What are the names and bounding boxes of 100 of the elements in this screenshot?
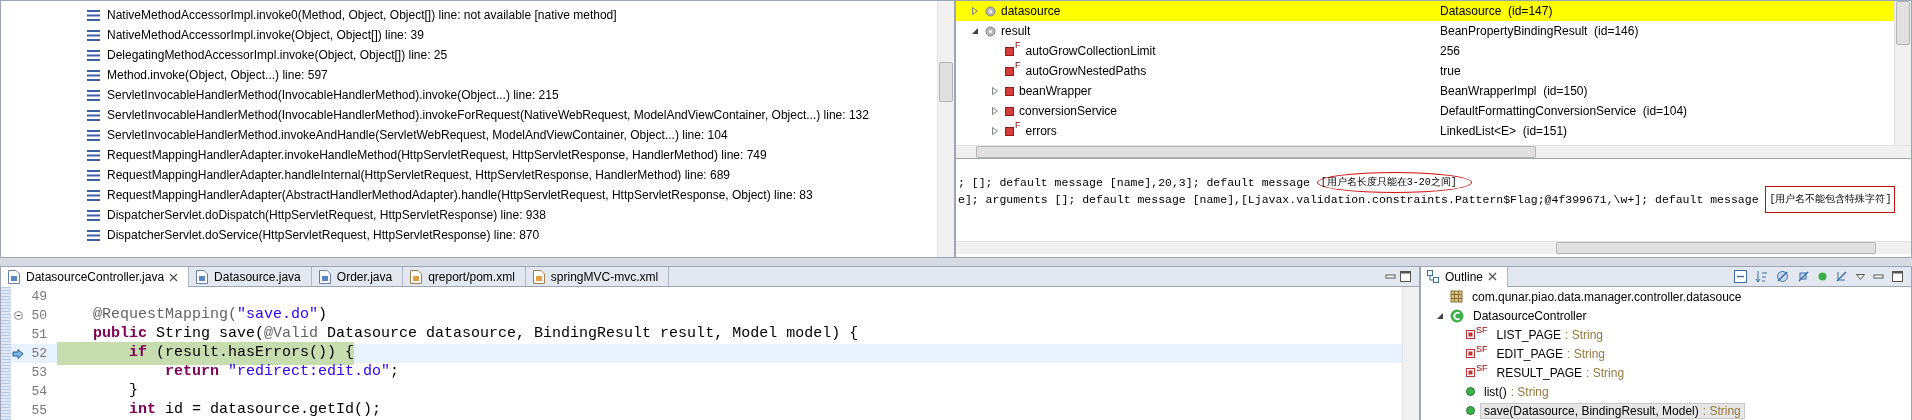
list-icon xyxy=(87,149,100,161)
line-number: 55 xyxy=(30,401,47,420)
variable-row[interactable]: conversionService DefaultFormattingConversionService (id=104) xyxy=(956,101,1894,121)
outline-item[interactable]: LIST_PAGE : String xyxy=(1492,326,1607,343)
annotated-message: [用户名不能包含特殊字符] xyxy=(1765,186,1896,213)
editor-tab[interactable]: DatasourceController.java xyxy=(1,267,190,287)
editor-tab[interactable]: springMVC-mvc.xml xyxy=(525,267,670,287)
outline-label: LIST_PAGE xyxy=(1496,327,1561,342)
scrollbar-thumb[interactable] xyxy=(1556,242,1876,254)
variable-value: DefaultFormattingConversionService (id=104) xyxy=(1440,103,1688,120)
close-icon[interactable] xyxy=(1488,272,1498,281)
dot-icon xyxy=(1466,387,1475,396)
console-text: e]; arguments []; default message [name],[Ljavax.validation.constraints.Pattern$Flag;@4f399671,\w+]; default message xyxy=(958,191,1760,208)
modifier-label: F xyxy=(1015,119,1021,133)
stack-frame[interactable]: NativeMethodAccessorImpl.invoke0(Method, Object, Object[]) line: not available [native method] xyxy=(107,6,617,24)
type-label: : String xyxy=(1567,346,1605,361)
stack-frame[interactable]: Method.invoke(Object, Object...) line: 597 xyxy=(107,66,328,84)
line-number: 51 xyxy=(30,325,47,344)
variable-row[interactable]: F errors LinkedList<E> (id=151) xyxy=(956,121,1894,141)
code-line: int id = datasource.getId(); xyxy=(128,400,382,420)
variable-name: errors xyxy=(1025,123,1057,140)
stack-frame[interactable]: RequestMappingHandlerAdapter.handleInternal(HttpServletRequest, HttpServletResponse, HandlerMethod) line: 689 xyxy=(107,166,731,184)
variable-row[interactable]: beanWrapper BeanWrapperImpl (id=150) xyxy=(956,81,1894,101)
package-icon xyxy=(1450,290,1463,303)
list-icon xyxy=(87,49,100,61)
square-icon xyxy=(1466,349,1475,358)
outline-item[interactable]: EDIT_PAGE : String xyxy=(1492,345,1609,362)
editor-tab[interactable]: Order.java xyxy=(311,267,404,287)
stack-frame[interactable]: DispatcherServlet.doService(HttpServletRequest, HttpServletResponse) line: 870 xyxy=(107,226,540,244)
scrollbar-thumb[interactable] xyxy=(1896,1,1910,45)
filter-icon[interactable] xyxy=(1797,270,1810,283)
menu-arrow-icon[interactable] xyxy=(1856,273,1865,280)
expander-icon[interactable] xyxy=(970,26,980,36)
outline-item[interactable]: save(Datasource, BindingResult, Model) : String xyxy=(1480,402,1745,419)
square-icon xyxy=(1466,368,1475,377)
modifier-label: SF xyxy=(1476,323,1488,337)
scrollbar[interactable] xyxy=(956,241,1911,254)
square-icon xyxy=(1466,330,1475,339)
editor-tab[interactable]: qreport/pom.xml xyxy=(403,267,526,287)
dot-icon[interactable] xyxy=(1818,272,1827,281)
stack-frame[interactable]: ServletInvocableHandlerMethod(InvocableHandlerMethod).invoke(Object...) line: 215 xyxy=(107,86,559,104)
modifier-label: SF xyxy=(1476,361,1488,375)
outline-icon xyxy=(1427,270,1440,283)
list-icon xyxy=(87,9,100,21)
outline-item[interactable]: RESULT_PAGE : String xyxy=(1492,364,1629,381)
outline-label: save(Datasource, BindingResult, Model) xyxy=(1484,403,1699,418)
variable-value: Datasource (id=147) xyxy=(1440,3,1553,20)
collapse-icon[interactable] xyxy=(13,311,23,320)
stack-frame[interactable]: ServletInvocableHandlerMethod(InvocableHandlerMethod).invokeForRequest(NativeWebRequest, ModelAndViewContainer, Object...) line: 132 xyxy=(107,106,869,124)
list-icon xyxy=(87,109,100,121)
stack-frame[interactable]: RequestMappingHandlerAdapter(AbstractHandlerMethodAdapter).handle(HttpServletRequest, HttpServletResponse, Object) line: 83 xyxy=(107,186,813,204)
arrow-icon xyxy=(12,348,24,359)
variable-value: BeanPropertyBindingResult (id=146) xyxy=(1440,23,1639,40)
variable-row[interactable]: result BeanPropertyBindingResult (id=146) xyxy=(956,21,1894,41)
variable-value: true xyxy=(1440,63,1461,80)
stack-frame[interactable]: DispatcherServlet.doDispatch(HttpServletRequest, HttpServletResponse) line: 938 xyxy=(107,206,546,224)
file-icon xyxy=(317,270,332,284)
outline-item[interactable]: DatasourceController xyxy=(1469,307,1591,324)
editor-tab[interactable]: Datasource.java xyxy=(189,267,312,287)
list-icon xyxy=(87,69,100,81)
file-icon xyxy=(7,270,21,284)
collapse-all-icon[interactable] xyxy=(1734,270,1747,283)
maximize-icon[interactable] xyxy=(1892,271,1903,282)
maximize-icon[interactable] xyxy=(1400,271,1411,282)
variable-row[interactable]: F autoGrowCollectionLimit 256 xyxy=(956,41,1894,61)
list-icon xyxy=(87,209,100,221)
scrollbar[interactable] xyxy=(956,145,1911,158)
scrollbar-thumb[interactable] xyxy=(939,62,953,102)
sort-icon[interactable] xyxy=(1755,270,1768,283)
outline-label: DatasourceController xyxy=(1473,308,1587,323)
variable-name: autoGrowCollectionLimit xyxy=(1025,43,1156,60)
scrollbar[interactable] xyxy=(937,1,954,257)
line-number: 52 xyxy=(30,344,47,363)
list-icon xyxy=(87,89,100,101)
variable-row[interactable]: F autoGrowNestedPaths true xyxy=(956,61,1894,81)
outline-item[interactable]: list() : String xyxy=(1480,383,1553,400)
code-line: @RequestMapping("save.do") xyxy=(92,305,328,326)
list-icon xyxy=(87,169,100,181)
console-text: ; []; default message [name],20,3]; default message xyxy=(958,174,1311,191)
list-icon xyxy=(87,29,100,41)
filter-icon[interactable] xyxy=(1835,270,1848,283)
stack-frame[interactable]: DelegatingMethodAccessorImpl.invoke(Object, Object[]) line: 25 xyxy=(107,46,448,64)
scrollbar-thumb[interactable] xyxy=(976,146,1536,158)
close-icon[interactable] xyxy=(169,272,179,282)
outline-tab[interactable]: Outline xyxy=(1421,266,1509,287)
type-label: : String xyxy=(1510,384,1549,399)
variable-row[interactable]: datasource Datasource (id=147) xyxy=(956,1,1894,21)
stack-frame[interactable]: RequestMappingHandlerAdapter.invokeHandleMethod(HttpServletRequest, HttpServletResponse, HandlerMethod) line: 749 xyxy=(107,146,767,164)
filter-icon[interactable] xyxy=(1776,270,1789,283)
type-label: : String xyxy=(1702,403,1741,418)
square-icon xyxy=(1005,126,1014,136)
stack-frame[interactable]: ServletInvocableHandlerMethod.invokeAndHandle(ServletWebRequest, ModelAndViewContainer, Object...) line: 104 xyxy=(107,126,728,144)
list-icon xyxy=(87,129,100,141)
type-label: : String xyxy=(1586,365,1625,380)
type-label: : String xyxy=(1565,327,1603,342)
stack-frame[interactable]: NativeMethodAccessorImpl.invoke(Object, Object[]) line: 39 xyxy=(107,26,424,44)
file-icon xyxy=(195,270,210,284)
line-number: 54 xyxy=(30,382,47,401)
scrollbar[interactable] xyxy=(1894,1,1911,145)
scrollbar[interactable] xyxy=(1402,287,1419,420)
